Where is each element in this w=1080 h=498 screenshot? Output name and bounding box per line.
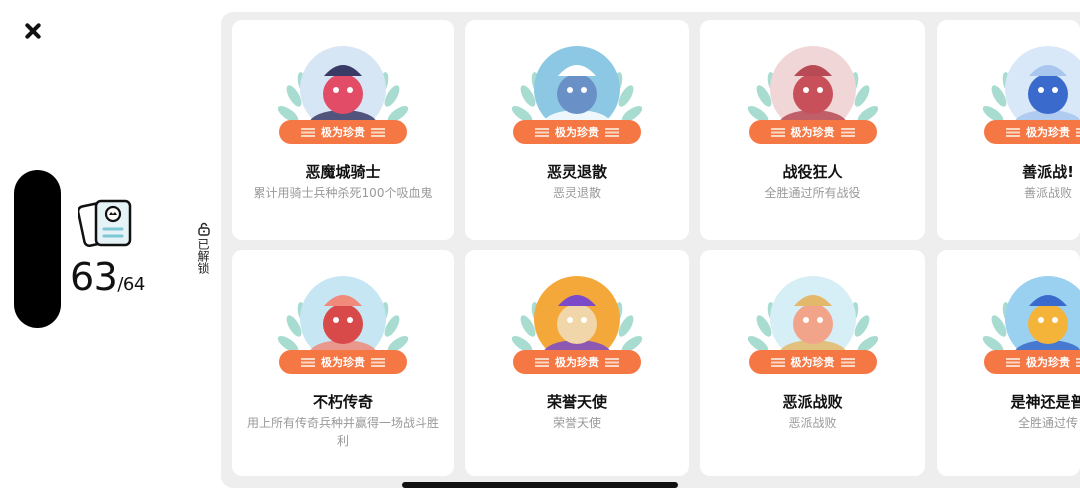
achievement-card[interactable]: 极为珍贵 恶派战败 恶派战败 [700,250,925,476]
rarity-label: 极为珍贵 [555,356,599,369]
achievement-card[interactable]: 极为珍贵 恶灵退散 恶灵退散 [465,20,689,240]
filter-unlocked-label: 已解锁 [196,238,210,274]
ribbon-bars-icon [301,127,315,137]
ribbon-bars-icon [840,357,855,367]
achievement-description: 全胜通过所有战役 [764,186,861,200]
achievement-description: 荣誉天使 [552,416,601,430]
rarity-label: 极为珍贵 [790,356,835,369]
close-button[interactable] [22,20,44,42]
rarity-ribbon: 极为珍贵 [984,120,1080,144]
achievement-description: 恶灵退散 [552,186,601,200]
achievement-card[interactable]: 极为珍贵 是神还是普 全胜通过传 [937,250,1080,476]
total-number: /64 [117,274,145,295]
achievement-description: 善派战败 [1023,186,1072,200]
rarity-ribbon: 极为珍贵 [984,350,1080,374]
achievement-card[interactable]: 极为珍贵 战役狂人 全胜通过所有战役 [700,20,925,240]
achievement-title: 善派战! [1022,163,1074,181]
ribbon-bars-icon [1006,127,1020,137]
rarity-label: 极为珍贵 [321,356,365,369]
rarity-label: 极为珍贵 [790,126,835,139]
ribbon-bars-icon [301,357,315,367]
rarity-label: 极为珍贵 [1026,356,1070,369]
achievement-cards-icon [78,199,132,248]
ribbon-bars-icon [1006,357,1020,367]
achievement-description: 恶派战败 [788,416,837,430]
achievement-description: 全胜通过传 [1017,416,1078,430]
ribbon-bars-icon [1076,357,1080,367]
rarity-label: 极为珍贵 [1026,126,1070,139]
achievement-title: 荣誉天使 [546,393,607,411]
ribbon-bars-icon [605,357,619,367]
unlocked-number: 63 [70,255,118,299]
ribbon-bars-icon [371,357,385,367]
achievement-title: 不朽传奇 [312,393,373,411]
rarity-ribbon: 极为珍贵 [513,120,641,144]
ribbon-bars-icon [840,127,855,137]
achievement-card[interactable]: 极为珍贵 不朽传奇 用上所有传奇兵种并赢得一场战斗胜利 [232,250,454,476]
ribbon-bars-icon [770,127,785,137]
achievement-description: 累计用骑士兵种杀死100个吸血鬼 [253,186,433,200]
achievement-title: 恶魔城骑士 [305,163,381,181]
achievement-title: 是神还是普 [1010,393,1080,411]
ribbon-bars-icon [535,357,549,367]
rarity-ribbon: 极为珍贵 [279,350,407,374]
ribbon-bars-icon [1076,127,1080,137]
home-indicator[interactable] [402,482,678,488]
achievement-card[interactable]: 极为珍贵 善派战! 善派战败 [937,20,1080,240]
achievement-card[interactable]: 极为珍贵 恶魔城骑士 累计用骑士兵种杀死100个吸血鬼 [232,20,454,240]
ribbon-bars-icon [770,357,785,367]
achievement-card[interactable]: 极为珍贵 荣誉天使 荣誉天使 [465,250,689,476]
ribbon-bars-icon [371,127,385,137]
filter-unlocked-toggle[interactable]: 已解锁 [196,222,212,274]
achievement-title: 恶灵退散 [546,163,607,181]
rarity-ribbon: 极为珍贵 [513,350,641,374]
rarity-ribbon: 极为珍贵 [748,120,877,144]
unlock-icon [198,222,210,236]
achievement-description: 用上所有传奇兵种并赢得一场战斗胜利 [246,416,439,448]
rarity-ribbon: 极为珍贵 [748,350,877,374]
side-handle[interactable] [14,170,61,328]
unlock-count: 63/64 [70,255,145,299]
rarity-label: 极为珍贵 [321,126,365,139]
achievement-title: 战役狂人 [782,163,843,181]
rarity-ribbon: 极为珍贵 [279,120,407,144]
rarity-label: 极为珍贵 [555,126,599,139]
achievement-title: 恶派战败 [782,393,843,411]
ribbon-bars-icon [535,127,549,137]
ribbon-bars-icon [605,127,619,137]
